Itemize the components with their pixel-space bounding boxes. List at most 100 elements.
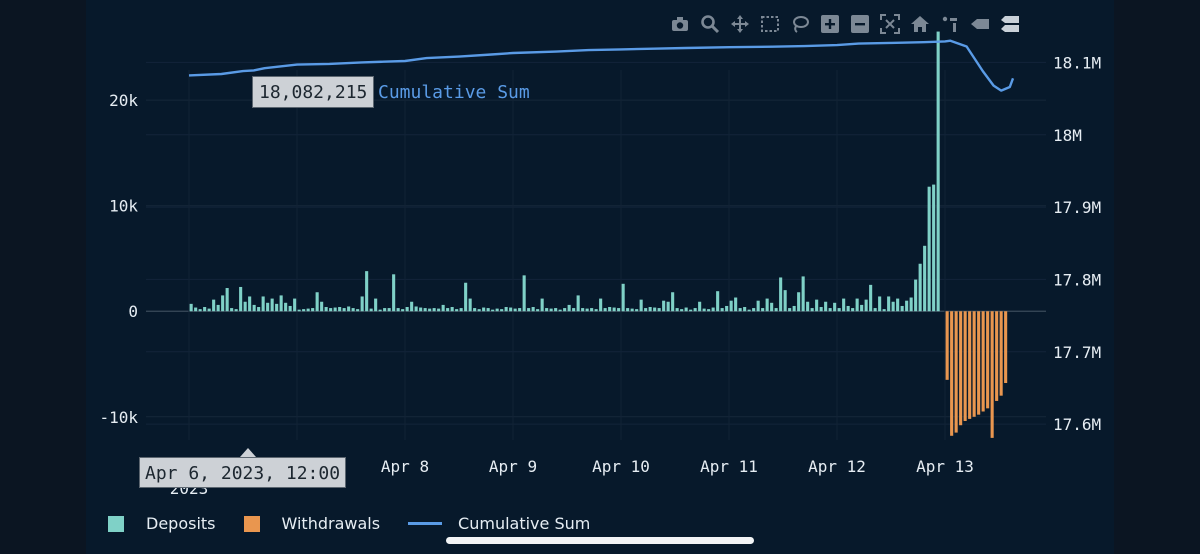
deposit-bar-99 (635, 309, 639, 312)
y-right-tick-label: 17.7M (1053, 343, 1101, 362)
deposit-bar-124 (747, 309, 751, 312)
deposit-bar-60 (459, 308, 463, 312)
deposit-bar-16 (261, 296, 265, 312)
deposit-bar-98 (630, 308, 634, 312)
deposit-bar-24 (297, 309, 301, 312)
deposit-bar-21 (284, 302, 288, 312)
deposit-bar-114 (702, 308, 706, 312)
deposit-bar-136 (801, 276, 805, 312)
deposit-bar-67 (491, 309, 495, 312)
spike-lines-icon[interactable] (938, 12, 962, 36)
deposit-bar-49 (410, 301, 414, 312)
deposit-bar-94 (612, 307, 616, 312)
deposit-bar-116 (711, 307, 715, 312)
deposit-bar-132 (783, 290, 787, 312)
deposit-bar-14 (252, 304, 256, 312)
withdrawal-bar-7 (977, 311, 981, 415)
hover-compare-icon[interactable] (998, 12, 1022, 36)
deposit-bar-145 (842, 298, 846, 312)
deposit-bar-111 (689, 309, 693, 312)
y-left-tick-label: -10k (99, 408, 138, 427)
lasso-select-icon[interactable] (788, 12, 812, 36)
deposit-bar-47 (401, 309, 405, 312)
pan-icon[interactable] (728, 12, 752, 36)
deposit-bar-135 (797, 292, 801, 312)
deposit-bar-41 (374, 298, 378, 312)
deposit-bar-64 (477, 309, 481, 312)
deposit-bar-45 (392, 274, 396, 312)
deposit-bar-56 (441, 304, 445, 312)
hover-closest-icon[interactable] (968, 12, 992, 36)
withdrawal-bar-13 (1004, 311, 1008, 384)
x-tick-label: Apr 13 (916, 457, 974, 476)
deposit-bar-72 (513, 308, 517, 312)
autoscale-icon[interactable] (878, 12, 902, 36)
box-select-icon[interactable] (758, 12, 782, 36)
deposit-bar-11 (239, 286, 243, 312)
deposit-bar-108 (675, 308, 679, 312)
zoom-out-icon[interactable] (848, 12, 872, 36)
deposit-bar-130 (774, 308, 778, 312)
y-right-tick-label: 18M (1053, 126, 1082, 145)
deposit-bar-122 (738, 308, 742, 312)
deposit-bar-160 (909, 297, 913, 312)
y-right-tick-label: 17.8M (1053, 270, 1101, 289)
deposit-bar-123 (743, 307, 747, 312)
deposit-bar-158 (900, 305, 904, 312)
deposit-bar-125 (752, 308, 756, 312)
deposit-bar-35 (347, 306, 351, 312)
legend-item-cumulative-sum[interactable]: Cumulative Sum (408, 514, 590, 533)
legend-swatch-deposits (108, 515, 124, 532)
deposit-bar-81 (554, 308, 558, 312)
reset-axes-icon[interactable] (908, 12, 932, 36)
deposit-bar-110 (684, 307, 688, 312)
deposit-bar-32 (333, 307, 337, 312)
deposit-bar-74 (522, 275, 526, 312)
withdrawal-bar-5 (968, 311, 972, 419)
deposit-bar-25 (302, 309, 306, 312)
deposit-bar-112 (693, 308, 697, 312)
deposit-bar-128 (765, 298, 769, 312)
withdrawal-bar-0 (945, 311, 949, 380)
deposit-bar-102 (648, 307, 652, 312)
deposit-bar-152 (873, 308, 877, 312)
deposit-bar-22 (288, 305, 292, 312)
deposit-bar-100 (639, 299, 643, 312)
deposit-bar-54 (432, 308, 436, 312)
deposit-bar-31 (329, 308, 333, 312)
zoom-icon[interactable] (698, 12, 722, 36)
y-left-tick-label: 0 (128, 302, 138, 321)
deposit-bar-63 (473, 308, 477, 312)
deposit-bar-143 (833, 302, 837, 312)
zoom-in-icon[interactable] (818, 12, 842, 36)
deposit-bar-28 (315, 292, 319, 312)
deposit-bar-163 (923, 245, 927, 312)
deposit-bar-149 (860, 304, 864, 312)
deposit-bar-38 (360, 296, 364, 312)
withdrawal-bar-12 (999, 311, 1003, 396)
legend-item-withdrawals[interactable]: Withdrawals (243, 514, 380, 533)
deposit-bar-51 (419, 307, 423, 312)
deposit-bar-33 (338, 307, 342, 312)
deposit-bar-29 (320, 301, 324, 312)
deposit-bar-68 (495, 308, 499, 312)
deposit-bar-36 (351, 308, 355, 312)
deposit-bar-65 (482, 307, 486, 312)
deposit-bar-20 (279, 295, 283, 312)
camera-icon[interactable] (668, 12, 692, 36)
deposit-bar-85 (572, 308, 576, 312)
deposit-bar-106 (666, 301, 670, 312)
deposit-bar-37 (356, 309, 360, 312)
legend-item-deposits[interactable]: Deposits (108, 514, 216, 533)
deposit-bar-153 (878, 296, 882, 312)
deposit-bar-19 (275, 303, 279, 312)
deposit-bar-115 (707, 309, 711, 312)
legend-swatch-withdrawals (243, 515, 260, 532)
deposit-bar-77 (536, 309, 540, 312)
deposit-bar-59 (455, 309, 459, 312)
withdrawal-bar-6 (972, 311, 976, 417)
deposit-bar-66 (486, 308, 490, 312)
x-tick-label: Apr 10 (592, 457, 650, 476)
deposit-bar-144 (837, 308, 841, 312)
legend-swatch-cumulative-sum (408, 522, 443, 525)
